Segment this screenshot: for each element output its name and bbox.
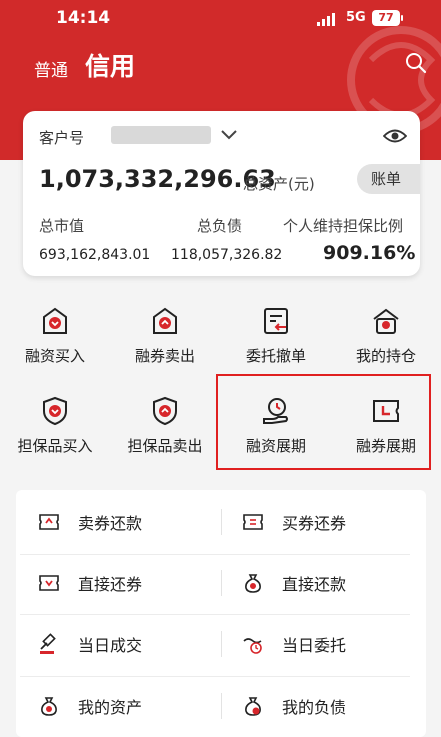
- tab-credit[interactable]: 信用: [85, 47, 135, 83]
- list-item-my-debts[interactable]: 我的负债: [242, 691, 422, 721]
- grid-cancel-order[interactable]: 委托撤单: [221, 305, 331, 366]
- list-item-direct-repay[interactable]: 直接还款: [242, 568, 422, 598]
- shield-up-icon: [153, 396, 177, 426]
- status-time: 14:14: [56, 8, 111, 28]
- grid-my-holdings[interactable]: 我的持仓: [331, 305, 441, 366]
- highlight-box: [216, 374, 431, 470]
- divider: [20, 614, 410, 615]
- list-label: 直接还款: [282, 575, 347, 594]
- divider: [20, 676, 410, 677]
- chevron-down-icon[interactable]: [220, 129, 238, 141]
- customer-number-label: 客户号: [39, 129, 85, 147]
- eye-icon[interactable]: [383, 128, 407, 144]
- total-assets-label: 总资产(元): [243, 175, 315, 193]
- shield-down-icon: [43, 396, 67, 426]
- list-item-buy-return[interactable]: 买券还券: [242, 507, 422, 537]
- market-value: 693,162,843.01: [39, 247, 151, 263]
- doc-return-icon: [264, 308, 288, 334]
- box-up-icon: [153, 307, 177, 334]
- list-item-sell-repay[interactable]: 卖券还款: [38, 507, 218, 537]
- grid-label: 融券卖出: [134, 347, 195, 365]
- list-item-my-assets[interactable]: 我的资产: [38, 691, 218, 721]
- total-debt-label: 总负债: [197, 217, 243, 235]
- list-label: 我的资产: [78, 698, 143, 717]
- grid-margin-buy[interactable]: 融资买入: [0, 305, 110, 366]
- market-value-label: 总市值: [39, 217, 85, 235]
- grid-collateral-sell[interactable]: 担保品卖出: [110, 395, 220, 456]
- grid-label: 担保品卖出: [127, 437, 203, 455]
- battery-icon: 77: [372, 10, 400, 26]
- search-icon[interactable]: [405, 52, 427, 74]
- battery-tip: [401, 15, 403, 21]
- asset-bag-icon: [41, 697, 57, 716]
- grid-label: 委托撤单: [245, 347, 306, 365]
- ticket-exchange-icon: [243, 514, 263, 530]
- tab-normal[interactable]: 普通: [34, 56, 68, 81]
- bill-button[interactable]: 账单: [357, 164, 420, 194]
- divider: [20, 554, 410, 555]
- list-label: 买券还券: [282, 514, 347, 533]
- network-label: 5G: [346, 10, 366, 25]
- list-item-today-orders[interactable]: 当日委托: [242, 629, 422, 659]
- box-down-icon: [43, 307, 67, 334]
- list-label: 当日委托: [282, 636, 347, 655]
- list-label: 当日成交: [78, 636, 143, 655]
- hand-clock-small-icon: [243, 638, 262, 654]
- divider: [221, 509, 222, 535]
- divider: [221, 631, 222, 657]
- ticket-up-icon: [39, 514, 59, 530]
- grid-collateral-buy[interactable]: 担保品买入: [0, 395, 110, 456]
- list-label: 我的负债: [282, 698, 347, 717]
- list-item-direct-return-securities[interactable]: 直接还券: [38, 568, 218, 598]
- total-debt: 118,057,326.82: [171, 247, 283, 263]
- total-assets-value: 1,073,332,296.63: [39, 165, 276, 193]
- money-bag-icon: [245, 574, 261, 593]
- grid-short-sell[interactable]: 融券卖出: [110, 305, 220, 366]
- debt-bag-icon: [245, 697, 261, 716]
- house-coin-icon: [373, 308, 399, 334]
- function-list: 卖券还款 买券还券 直接还券 直接还款 当日成交 当日委托 我的资产 我的负债: [16, 490, 426, 737]
- signal-icon: [317, 13, 335, 26]
- divider: [221, 570, 222, 596]
- gavel-icon: [40, 633, 56, 654]
- status-bar: 14:14 5G 77: [0, 0, 441, 36]
- grid-label: 我的持仓: [355, 347, 416, 365]
- ratio-label: 个人维持担保比例: [283, 217, 404, 235]
- customer-number-masked: [111, 126, 211, 144]
- list-item-today-deals[interactable]: 当日成交: [38, 629, 218, 659]
- ticket-down-icon: [39, 575, 59, 591]
- list-label: 卖券还款: [78, 514, 143, 533]
- grid-label: 担保品买入: [17, 437, 93, 455]
- divider: [221, 693, 222, 719]
- list-label: 直接还券: [78, 575, 143, 594]
- ratio-value: 909.16%: [323, 242, 416, 264]
- grid-label: 融资买入: [24, 347, 85, 365]
- account-card: 客户号 1,073,332,296.63 总资产(元) 账单 总市值 总负债 个…: [23, 111, 420, 276]
